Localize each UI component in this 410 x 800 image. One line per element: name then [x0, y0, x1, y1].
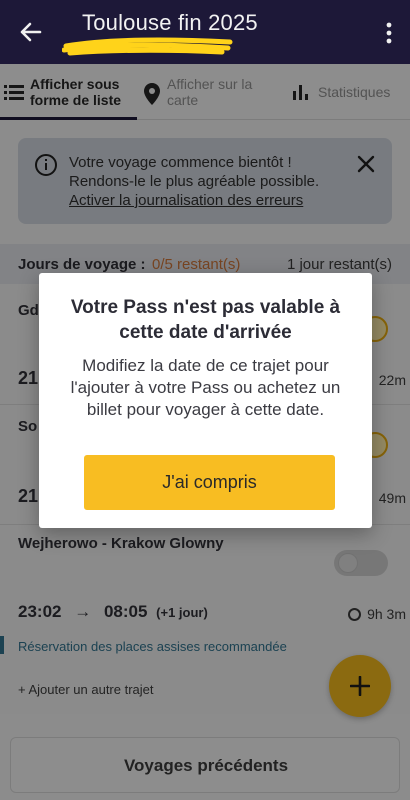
pass-invalid-dialog: Votre Pass n'est pas valable à cette dat… — [39, 273, 372, 528]
redaction-scribble — [62, 37, 233, 56]
arrow-left-icon — [20, 22, 42, 42]
kebab-menu-icon — [386, 22, 392, 44]
app-bar: Toulouse fin 2025 — [0, 0, 410, 64]
trip-title: Toulouse fin 2025 — [82, 10, 258, 35]
dialog-title: Votre Pass n'est pas valable à cette dat… — [70, 297, 341, 343]
overflow-menu-button[interactable] — [386, 22, 392, 44]
dialog-message: Modifiez la date de ce trajet pour l'ajo… — [70, 356, 341, 419]
back-button[interactable] — [14, 16, 50, 48]
acknowledge-button[interactable]: J'ai compris — [84, 455, 335, 510]
